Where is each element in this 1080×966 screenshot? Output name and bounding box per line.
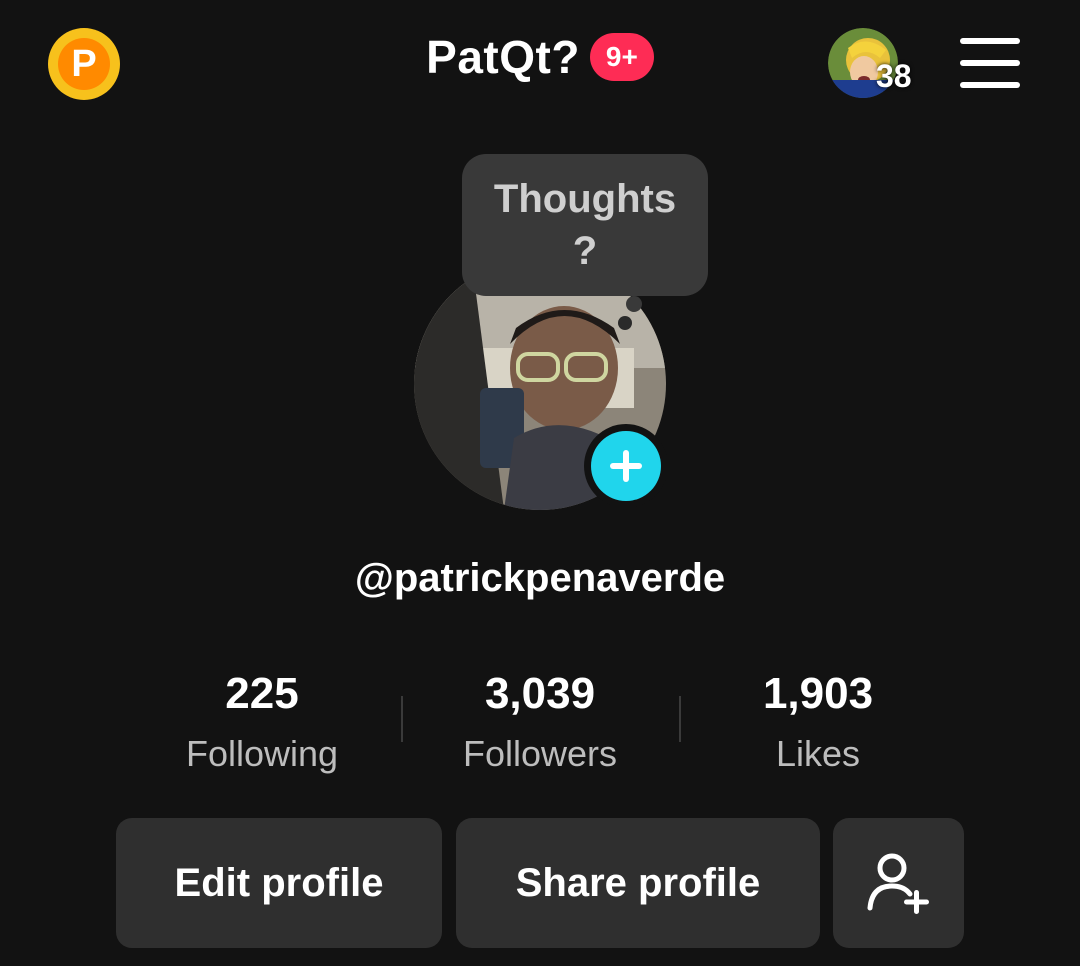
stat-likes-value: 1,903 (762, 669, 874, 718)
thought-bubble[interactable]: Thoughts ? (462, 154, 708, 296)
profile-header: PatQt? 9+ (0, 30, 1080, 84)
add-friend-icon (867, 853, 929, 914)
add-story-button[interactable] (584, 424, 668, 508)
add-friend-button[interactable] (833, 818, 964, 948)
plus-icon (591, 431, 661, 501)
edit-profile-label: Edit profile (174, 860, 384, 905)
stat-likes-label: Likes (775, 733, 861, 774)
stat-followers-label: Followers (462, 733, 618, 774)
username: @patrickpenaverde (354, 556, 726, 600)
share-profile-label: Share profile (515, 860, 761, 905)
stat-followers-value: 3,039 (484, 669, 596, 718)
bubble-tail-dot-small (618, 316, 632, 330)
stat-followers[interactable]: 3,039 Followers (400, 666, 680, 786)
menu-icon[interactable] (960, 38, 1020, 88)
notification-badge: 9+ (589, 33, 654, 81)
account-title[interactable]: PatQt? (426, 30, 580, 84)
stat-following[interactable]: 225 Following (122, 666, 402, 786)
share-profile-button[interactable]: Share profile (456, 818, 820, 948)
stat-following-value: 225 (225, 669, 299, 718)
thought-text-line2: ? (572, 229, 598, 273)
stat-likes[interactable]: 1,903 Likes (678, 666, 958, 786)
bubble-tail-dot (626, 296, 642, 312)
thought-text-line1: Thoughts (493, 177, 677, 221)
stat-following-label: Following (185, 733, 339, 774)
friend-count: 38 (876, 58, 912, 94)
edit-profile-button[interactable]: Edit profile (116, 818, 442, 948)
